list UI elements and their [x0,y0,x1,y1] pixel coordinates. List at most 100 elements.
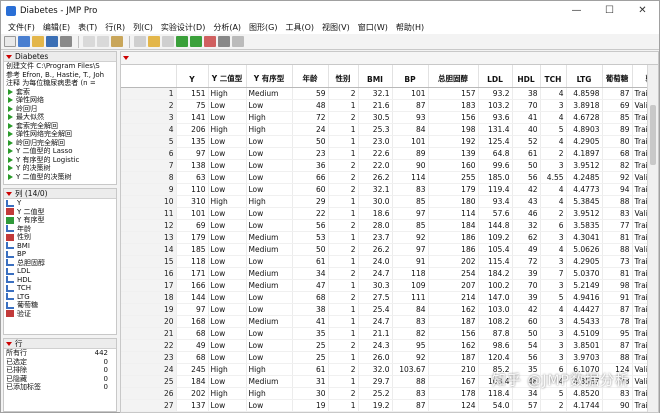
table-cell[interactable]: 94 [602,183,633,196]
table-cell[interactable]: 22.0 [358,159,393,172]
table-icon[interactable] [162,36,174,47]
table-cell[interactable]: 168 [176,315,209,328]
column-item[interactable]: BP [6,250,116,259]
table-cell[interactable]: Low [208,339,247,352]
table-cell[interactable]: 4 [540,303,567,316]
table-cell[interactable]: Low [246,207,293,220]
table-cell[interactable]: Low [246,219,293,232]
table-cell[interactable]: 144 [176,291,209,304]
table-cell[interactable]: 25.3 [358,123,393,136]
table-cell[interactable]: 3.8501 [566,339,603,352]
table-cell[interactable]: 4.4773 [566,183,603,196]
column-header[interactable]: TCH [540,65,567,88]
table-cell[interactable]: 29.7 [358,375,393,388]
table-cell[interactable]: 1 [328,303,359,316]
table-cell[interactable]: Low [246,135,293,148]
table-cell[interactable]: 4 [540,243,567,256]
table-cell[interactable]: 171 [176,267,209,280]
table-cell[interactable]: 103.2 [478,99,513,112]
menu-edit[interactable]: 编辑(E) [39,22,74,33]
table-cell[interactable]: 66 [292,171,329,184]
table-cell[interactable]: 19 [292,399,329,412]
table-cell[interactable]: Medium [246,279,293,292]
table-cell[interactable]: 87 [602,339,633,352]
table-cell[interactable]: 39 [512,267,541,280]
table-cell[interactable]: Low [208,231,247,244]
table-cell[interactable]: 23.7 [358,231,393,244]
column-item[interactable]: 验证 [6,310,116,319]
table-cell[interactable]: 83 [602,207,633,220]
table-cell[interactable]: 56 [512,351,541,364]
table-cell[interactable]: 49 [176,339,209,352]
table-cell[interactable]: 202 [176,387,209,400]
table-cell[interactable]: 2 [328,111,359,124]
table-cell[interactable]: 61 [292,363,329,376]
table-cell[interactable]: 24.0 [358,255,393,268]
table-row[interactable]: 1997LowLow38125.484162103.04244.442787Tr… [121,303,658,316]
table-cell[interactable]: 26.2 [358,171,393,184]
table-cell[interactable]: 69 [176,219,209,232]
table-cell[interactable]: 4.5433 [566,315,603,328]
table-cell[interactable]: 101 [392,87,429,100]
table-cell[interactable]: 93.6 [478,111,513,124]
table-cell[interactable]: 4.8903 [566,123,603,136]
table-cell[interactable]: 34 [292,267,329,280]
table-cell[interactable]: 22 [292,207,329,220]
table-cell[interactable]: 1 [328,99,359,112]
table-cell[interactable]: 105.4 [478,243,513,256]
table-cell[interactable]: High [246,195,293,208]
table-cell[interactable]: 184.2 [478,267,513,280]
table-row[interactable]: 8 63 Low Low 66 2 26.2 114 255 185.0 56 4.55 4.2485 9… [121,171,658,184]
table-cell[interactable]: 87 [392,399,429,412]
paste-icon[interactable] [111,36,123,47]
table-cell[interactable]: Low [246,327,293,340]
table-cell[interactable]: 3.9512 [566,159,603,172]
table-cell[interactable]: Medium [246,375,293,388]
menu-file[interactable]: 文件(F) [4,22,39,33]
table-cell[interactable]: 60 [292,183,329,196]
table-cell[interactable]: 42 [512,303,541,316]
table-cell[interactable]: 131.4 [478,123,513,136]
table-cell[interactable]: 68 [176,327,209,340]
menu-cols[interactable]: 列(C) [129,22,157,33]
row-header-corner[interactable] [121,65,177,88]
table-cell[interactable]: 57.6 [478,207,513,220]
table-cell[interactable]: 93.2 [478,87,513,100]
row-number[interactable]: 3 [121,111,177,124]
script-item[interactable]: Y 二值型的决策树 [6,173,116,182]
table-cell[interactable]: 41 [292,315,329,328]
row-number[interactable]: 5 [121,135,177,148]
table-cell[interactable]: 101 [176,207,209,220]
table-cell[interactable]: 32.1 [358,183,393,196]
minimize-button[interactable]: — [560,1,593,20]
table-cell[interactable]: 78 [602,315,633,328]
table-cell[interactable]: 84 [392,123,429,136]
table-cell[interactable]: 3.9703 [566,351,603,364]
table-cell[interactable]: 198 [428,123,479,136]
table-row[interactable]: 4 206 High High 24 1 25.3 84 198 131.4 40 5 4.8903 89… [121,123,658,136]
table-cell[interactable]: 5.0370 [566,267,603,280]
table-cell[interactable]: 82 [392,327,429,340]
table-cell[interactable]: 183 [428,99,479,112]
table-cell[interactable]: 64.8 [478,147,513,160]
table-cell[interactable]: Low [246,351,293,364]
table-cell[interactable]: High [246,111,293,124]
table-cell[interactable]: 2 [328,291,359,304]
table-cell[interactable]: 83 [392,183,429,196]
close-button[interactable]: ✕ [626,1,659,20]
table-cell[interactable]: 1 [328,351,359,364]
journal-icon[interactable] [190,36,202,47]
table-cell[interactable]: High [246,387,293,400]
row-number[interactable]: 22 [121,339,177,352]
table-cell[interactable]: 85 [392,195,429,208]
table-cell[interactable]: 32.1 [358,87,393,100]
row-number[interactable]: 2 [121,99,177,112]
table-cell[interactable]: 4.4427 [566,303,603,316]
table-cell[interactable]: 32.0 [358,363,393,376]
grid-icon[interactable] [134,36,146,47]
table-cell[interactable]: 4.5109 [566,327,603,340]
column-item[interactable]: TCH [6,284,116,293]
row-number[interactable]: 7 [121,159,177,172]
table-cell[interactable]: 59 [292,87,329,100]
table-cell[interactable]: Low [246,183,293,196]
